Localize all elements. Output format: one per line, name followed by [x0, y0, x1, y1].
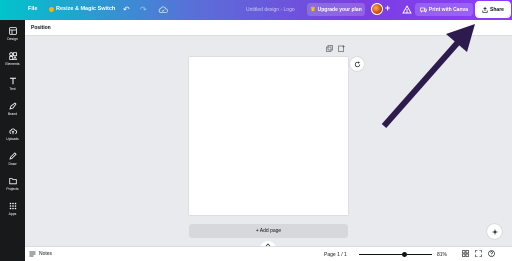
resize-label: Resize & Magic Switch: [56, 6, 116, 12]
help-icon[interactable]: [488, 250, 495, 257]
sidebar-item-draw[interactable]: Draw: [0, 147, 25, 171]
zoom-slider-handle[interactable]: [401, 252, 407, 257]
sidebar-item-label: Elements: [5, 62, 20, 66]
refresh-button[interactable]: [350, 57, 364, 71]
sparkle-icon: [491, 228, 498, 235]
crown-icon: ♛: [310, 7, 316, 13]
apps-icon: [9, 202, 16, 210]
print-label: Print with Canva: [428, 6, 469, 13]
context-toolbar: Position: [25, 20, 512, 36]
cloud-save-icon[interactable]: [158, 5, 168, 14]
upgrade-plan-button[interactable]: ♛ Upgrade your plan: [307, 3, 365, 16]
view-controls: [462, 250, 495, 257]
draw-icon: [8, 152, 17, 160]
text-icon: [9, 77, 16, 85]
sidebar-item-label: Projects: [6, 187, 19, 191]
redo-icon[interactable]: ↷: [140, 5, 147, 14]
share-icon: [482, 6, 488, 13]
document-title[interactable]: Untitled design - Logo: [246, 7, 295, 13]
brand-icon: [8, 102, 17, 110]
sidebar-item-elements[interactable]: Elements: [0, 47, 25, 71]
file-menu[interactable]: File: [28, 6, 37, 12]
sidebar-item-label: Uploads: [6, 137, 19, 141]
bottom-bar: Notes Page 1 / 1 81%: [25, 246, 512, 261]
grid-view-icon[interactable]: [462, 250, 469, 257]
add-page-button[interactable]: + Add page: [189, 224, 348, 238]
sidebar-item-label: Brand: [7, 112, 18, 116]
sidebar-item-apps[interactable]: Apps: [0, 197, 25, 221]
magic-switch-icon: [49, 6, 54, 12]
sidebar-item-label: Draw: [8, 162, 17, 166]
duplicate-page-icon[interactable]: [326, 45, 333, 52]
notes-icon: [29, 251, 36, 257]
page-tools: [326, 45, 345, 52]
notes-label: Notes: [39, 251, 53, 257]
undo-icon[interactable]: ↶: [123, 5, 130, 14]
sidebar-item-design[interactable]: Design: [0, 22, 25, 46]
add-page-icon[interactable]: [338, 45, 345, 52]
sidebar-item-label: Text: [9, 87, 16, 91]
sidebar-item-text[interactable]: Text: [0, 72, 25, 96]
zoom-level[interactable]: 81%: [437, 252, 447, 258]
sidebar-item-label: Apps: [8, 212, 17, 216]
refresh-icon: [354, 61, 360, 67]
share-button[interactable]: Share: [475, 1, 511, 18]
sidebar-item-label: Design: [7, 37, 18, 41]
print-with-canva-button[interactable]: Print with Canva: [415, 3, 473, 16]
top-bar: File Resize & Magic Switch ↶ ↷ Untitled …: [0, 0, 512, 20]
share-label: Share: [490, 6, 504, 13]
truck-icon: [420, 7, 427, 12]
upgrade-label: Upgrade your plan: [317, 6, 362, 13]
projects-icon: [8, 178, 17, 185]
design-icon: [8, 27, 17, 35]
analytics-icon[interactable]: [402, 5, 412, 14]
add-collaborator-icon[interactable]: +: [385, 3, 390, 13]
left-sidebar: Design Elements Text Brand Uploads Draw …: [0, 20, 25, 261]
zoom-slider[interactable]: [359, 252, 432, 257]
elements-icon: [8, 52, 17, 60]
avatar[interactable]: [371, 3, 383, 15]
position-button[interactable]: Position: [31, 25, 51, 31]
sidebar-item-projects[interactable]: Projects: [0, 172, 25, 196]
page-indicator[interactable]: Page 1 / 1: [324, 252, 347, 258]
design-page-canvas[interactable]: [189, 57, 348, 215]
sidebar-item-uploads[interactable]: Uploads: [0, 122, 25, 146]
uploads-icon: [8, 128, 17, 135]
notes-button[interactable]: Notes: [29, 251, 52, 257]
resize-magic-switch-button[interactable]: Resize & Magic Switch: [49, 6, 115, 12]
sidebar-item-brand[interactable]: Brand: [0, 97, 25, 121]
magic-assistant-button[interactable]: [487, 224, 502, 239]
fullscreen-icon[interactable]: [475, 250, 482, 257]
